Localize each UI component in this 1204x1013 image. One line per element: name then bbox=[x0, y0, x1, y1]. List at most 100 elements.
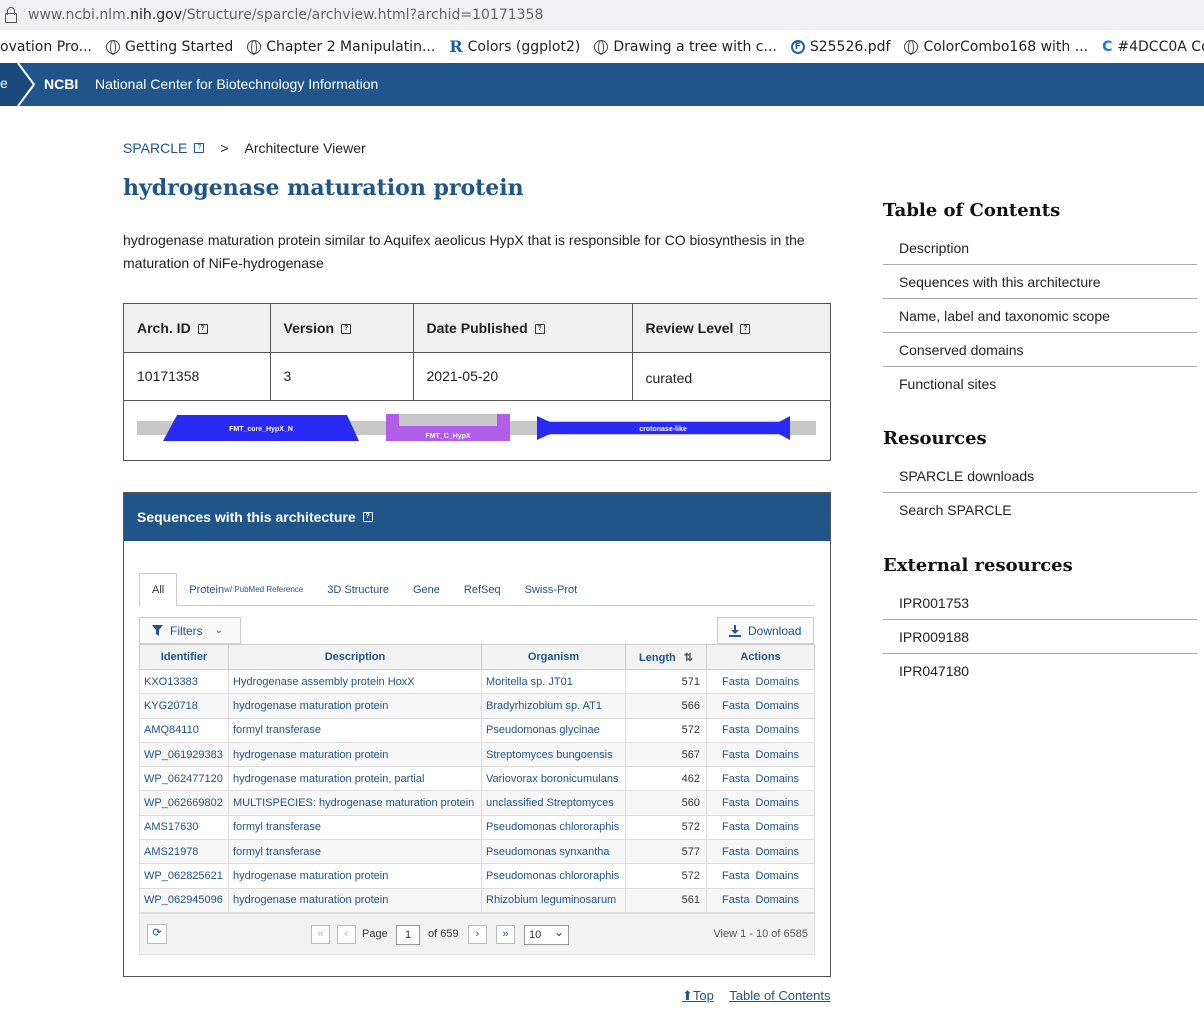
address-bar[interactable]: www.ncbi.nlm.nih.gov/Structure/sparcle/a… bbox=[0, 0, 1204, 30]
header-prev-text[interactable]: e bbox=[0, 75, 8, 91]
tab-all[interactable]: All bbox=[139, 573, 178, 606]
bookmark-item[interactable]: Chapter 2 Manipulatin... bbox=[247, 39, 435, 55]
resource-item[interactable]: Search SPARCLE bbox=[883, 493, 1197, 527]
bookmark-item[interactable]: ColorCombo168 with ... bbox=[904, 39, 1088, 55]
domains-link[interactable]: Domains bbox=[756, 676, 799, 688]
page-size-select[interactable]: 10 bbox=[524, 923, 569, 945]
breadcrumb-sparcle-link[interactable]: SPARCLE bbox=[123, 140, 187, 156]
domains-link[interactable]: Domains bbox=[756, 749, 799, 761]
page-input[interactable]: 1 bbox=[396, 925, 420, 945]
bookmark-item[interactable]: F S25526.pdf bbox=[790, 39, 890, 55]
domains-link[interactable]: Domains bbox=[756, 846, 799, 858]
fasta-link[interactable]: Fasta bbox=[722, 846, 750, 858]
tab-refseq[interactable]: RefSeq bbox=[452, 573, 513, 606]
filters-button[interactable]: Filters ⌄ bbox=[139, 617, 241, 644]
resource-item[interactable]: SPARCLE downloads bbox=[883, 459, 1197, 493]
identifier-cell[interactable]: WP_062477120 bbox=[139, 766, 229, 792]
fasta-link[interactable]: Fasta bbox=[722, 894, 750, 906]
external-item[interactable]: IPR009188 bbox=[883, 620, 1197, 654]
organism-cell[interactable]: Pseudomonas synxantha bbox=[481, 839, 626, 865]
help-icon[interactable]: ? bbox=[194, 143, 205, 153]
toc-link[interactable]: Table of Contents bbox=[729, 988, 830, 1003]
organism-cell[interactable]: Pseudomonas chlororaphis bbox=[481, 814, 626, 841]
col-identifier[interactable]: Identifier bbox=[139, 644, 229, 670]
help-icon[interactable]: ? bbox=[341, 324, 352, 335]
external-item[interactable]: IPR001753 bbox=[883, 586, 1197, 620]
toc-item[interactable]: Conserved domains bbox=[883, 333, 1197, 367]
description-cell[interactable]: hydrogenase maturation protein, partial bbox=[228, 766, 482, 792]
first-page-button[interactable]: « bbox=[311, 925, 330, 944]
domain-fmt-c[interactable]: FMT_C_HypX bbox=[386, 414, 510, 441]
identifier-cell[interactable]: AMQ84110 bbox=[139, 717, 229, 743]
last-page-button[interactable]: » bbox=[496, 925, 515, 944]
tab-protein[interactable]: Protein w/ PubMed Reference bbox=[177, 573, 315, 606]
col-description[interactable]: Description bbox=[228, 644, 482, 670]
ncbi-name[interactable]: National Center for Biotechnology Inform… bbox=[95, 76, 378, 92]
description-cell[interactable]: MULTISPECIES: hydrogenase maturation pro… bbox=[228, 790, 482, 816]
identifier-cell[interactable]: AMS21978 bbox=[139, 839, 229, 865]
help-icon[interactable]: ? bbox=[740, 324, 751, 335]
domains-link[interactable]: Domains bbox=[756, 821, 799, 833]
identifier-cell[interactable]: WP_062669802 bbox=[139, 790, 229, 816]
domains-link[interactable]: Domains bbox=[756, 700, 799, 712]
download-button[interactable]: Download bbox=[717, 617, 814, 644]
organism-cell[interactable]: unclassified Streptomyces bbox=[481, 790, 626, 816]
domains-link[interactable]: Domains bbox=[756, 894, 799, 906]
domains-link[interactable]: Domains bbox=[756, 797, 799, 809]
description-cell[interactable]: formyl transferase bbox=[228, 814, 482, 841]
tab-3d-structure[interactable]: 3D Structure bbox=[315, 573, 401, 606]
prev-page-button[interactable]: ‹ bbox=[337, 925, 356, 944]
domains-link[interactable]: Domains bbox=[756, 773, 799, 785]
fasta-link[interactable]: Fasta bbox=[722, 773, 750, 785]
fasta-link[interactable]: Fasta bbox=[722, 676, 750, 688]
toc-item[interactable]: Sequences with this architecture bbox=[883, 265, 1197, 299]
fasta-link[interactable]: Fasta bbox=[722, 749, 750, 761]
fasta-link[interactable]: Fasta bbox=[722, 700, 750, 712]
identifier-cell[interactable]: WP_062945096 bbox=[139, 887, 229, 913]
fasta-link[interactable]: Fasta bbox=[722, 724, 750, 736]
identifier-cell[interactable]: AMS17630 bbox=[139, 814, 229, 841]
organism-cell[interactable]: Streptomyces bungoensis bbox=[481, 741, 626, 768]
description-cell[interactable]: hydrogenase maturation protein bbox=[228, 887, 482, 913]
help-icon[interactable]: ? bbox=[197, 324, 208, 335]
toc-item[interactable]: Name, label and taxonomic scope bbox=[883, 299, 1197, 333]
identifier-cell[interactable]: KYG20718 bbox=[139, 693, 229, 719]
fasta-link[interactable]: Fasta bbox=[722, 797, 750, 809]
url-text[interactable]: www.ncbi.nlm.nih.gov/Structure/sparcle/a… bbox=[28, 7, 543, 23]
domain-crotonase[interactable]: crotonase-like bbox=[537, 416, 790, 440]
help-icon[interactable]: ? bbox=[362, 512, 373, 522]
organism-cell[interactable]: Moritella sp. JT01 bbox=[481, 668, 626, 695]
identifier-cell[interactable]: WP_062825621 bbox=[139, 863, 229, 889]
identifier-cell[interactable]: KXO13383 bbox=[139, 668, 229, 695]
top-link[interactable]: ⬆Top bbox=[682, 988, 714, 1003]
bookmark-item[interactable]: R Colors (ggplot2) bbox=[449, 37, 580, 56]
tab-gene[interactable]: Gene bbox=[401, 573, 452, 606]
description-cell[interactable]: formyl transferase bbox=[228, 717, 482, 743]
description-cell[interactable]: hydrogenase maturation protein bbox=[228, 741, 482, 768]
description-cell[interactable]: hydrogenase maturation protein bbox=[228, 863, 482, 889]
bookmark-item[interactable]: C#4DCC0A Color bbox=[1102, 39, 1204, 55]
bookmark-item[interactable]: Getting Started bbox=[106, 39, 233, 55]
next-page-button[interactable]: › bbox=[468, 925, 487, 944]
fasta-link[interactable]: Fasta bbox=[722, 870, 750, 882]
tab-swiss-prot[interactable]: Swiss-Prot bbox=[513, 573, 590, 606]
refresh-icon[interactable]: ⟳ bbox=[147, 924, 167, 944]
help-icon[interactable]: ? bbox=[534, 324, 545, 335]
organism-cell[interactable]: Rhizobium leguminosarum bbox=[481, 887, 626, 913]
organism-cell[interactable]: Pseudomonas glycinae bbox=[481, 717, 626, 743]
bookmark-item[interactable]: ovation Pro... bbox=[0, 39, 92, 55]
domain-fmt-core[interactable]: FMT_core_HypX_N bbox=[163, 415, 359, 441]
toc-item[interactable]: Description bbox=[883, 231, 1197, 265]
toc-item[interactable]: Functional sites bbox=[883, 367, 1197, 401]
domains-link[interactable]: Domains bbox=[756, 724, 799, 736]
fasta-link[interactable]: Fasta bbox=[722, 821, 750, 833]
col-length[interactable]: Length ⇅ bbox=[625, 644, 707, 670]
organism-cell[interactable]: Pseudomonas chlororaphis bbox=[481, 863, 626, 889]
description-cell[interactable]: Hydrogenase assembly protein HoxX bbox=[228, 668, 482, 695]
col-organism[interactable]: Organism bbox=[481, 644, 626, 670]
organism-cell[interactable]: Variovorax boronicumulans bbox=[481, 766, 626, 792]
description-cell[interactable]: formyl transferase bbox=[228, 839, 482, 865]
domains-link[interactable]: Domains bbox=[756, 870, 799, 882]
external-item[interactable]: IPR047180 bbox=[883, 654, 1197, 688]
organism-cell[interactable]: Bradyrhizobium sp. AT1 bbox=[481, 693, 626, 719]
